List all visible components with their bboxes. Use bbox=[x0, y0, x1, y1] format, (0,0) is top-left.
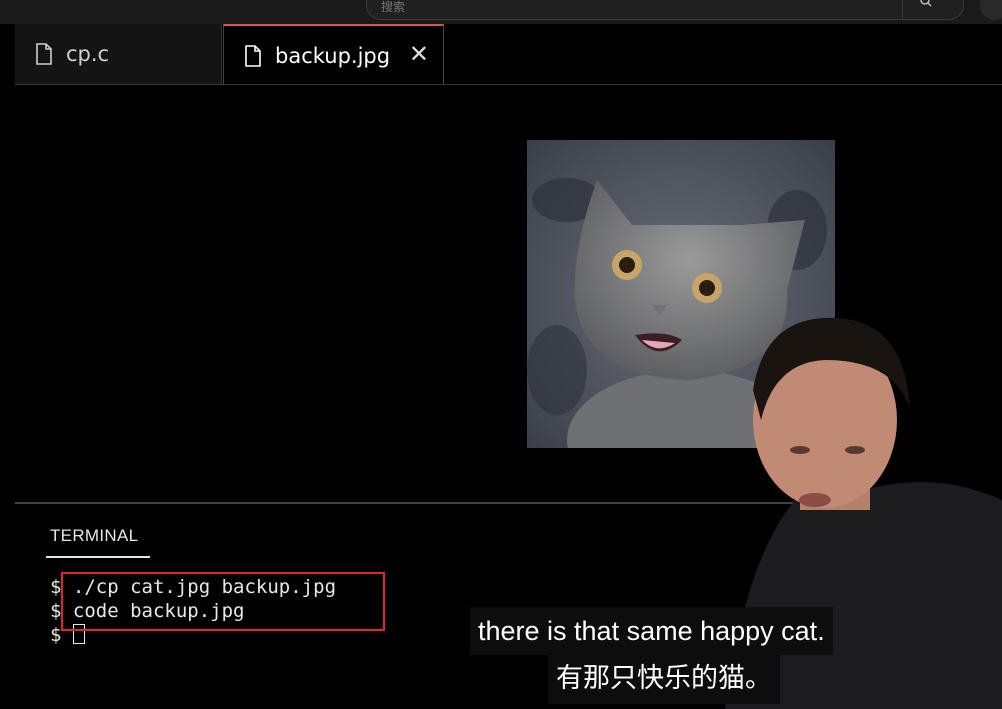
subtitle-chinese: 有那只快乐的猫。 bbox=[548, 654, 780, 704]
tab-label: backup.jpg bbox=[275, 43, 391, 68]
search-icon[interactable] bbox=[920, 0, 932, 7]
subtitle-english: there is that same happy cat. bbox=[470, 607, 833, 655]
active-tab-indicator bbox=[46, 556, 150, 558]
terminal-prompt: $ bbox=[50, 576, 62, 598]
tab-label: cp.c bbox=[66, 42, 110, 66]
terminal-prompt: $ bbox=[50, 600, 62, 622]
file-icon bbox=[36, 43, 52, 65]
highlight-annotation-box bbox=[61, 572, 385, 631]
tab-cp-c[interactable]: cp.c bbox=[15, 24, 222, 84]
file-icon bbox=[245, 44, 261, 67]
search-input[interactable] bbox=[379, 0, 883, 17]
close-tab-icon[interactable]: ✕ bbox=[409, 41, 429, 67]
terminal-prompt: $ bbox=[50, 624, 62, 646]
editor-tab-bar: cp.c backup.jpg ✕ bbox=[15, 24, 1002, 85]
tab-backup-jpg[interactable]: backup.jpg ✕ bbox=[223, 24, 444, 85]
search-divider bbox=[902, 0, 903, 19]
tab-terminal[interactable]: TERMINAL bbox=[50, 526, 138, 546]
search-box[interactable] bbox=[366, 0, 964, 20]
